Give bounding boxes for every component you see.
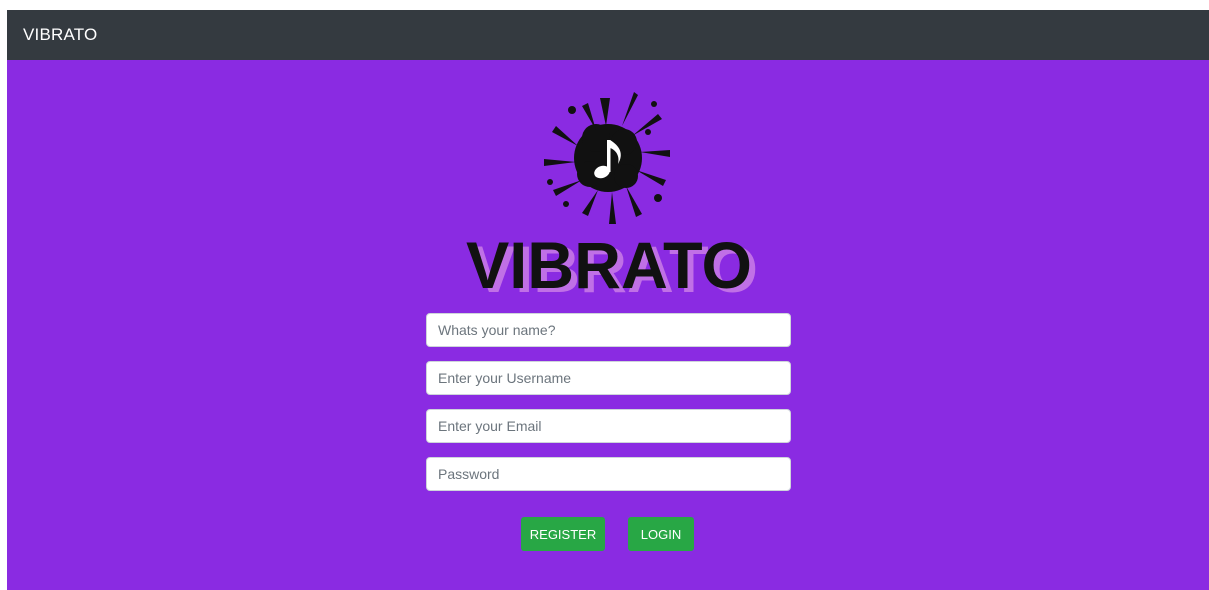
login-button[interactable]: LOGIN — [628, 517, 694, 551]
navbar: VIBRATO — [7, 10, 1209, 60]
register-button[interactable]: REGISTER — [521, 517, 605, 551]
email-input[interactable] — [426, 409, 791, 443]
username-input[interactable] — [426, 361, 791, 395]
navbar-brand[interactable]: VIBRATO — [23, 25, 97, 45]
main-panel: VIBRATO VIBRATO REGISTER LOGIN — [7, 60, 1209, 590]
password-input[interactable] — [426, 457, 791, 491]
vibrato-wordmark-logo: VIBRATO VIBRATO — [457, 228, 762, 306]
name-input[interactable] — [426, 313, 791, 347]
app-frame: VIBRATO VIBRATO VIBRATO Whats your name?… — [7, 10, 1209, 590]
music-note-splat-icon — [538, 86, 678, 226]
wordmark-text: VIBRATO — [466, 228, 752, 300]
